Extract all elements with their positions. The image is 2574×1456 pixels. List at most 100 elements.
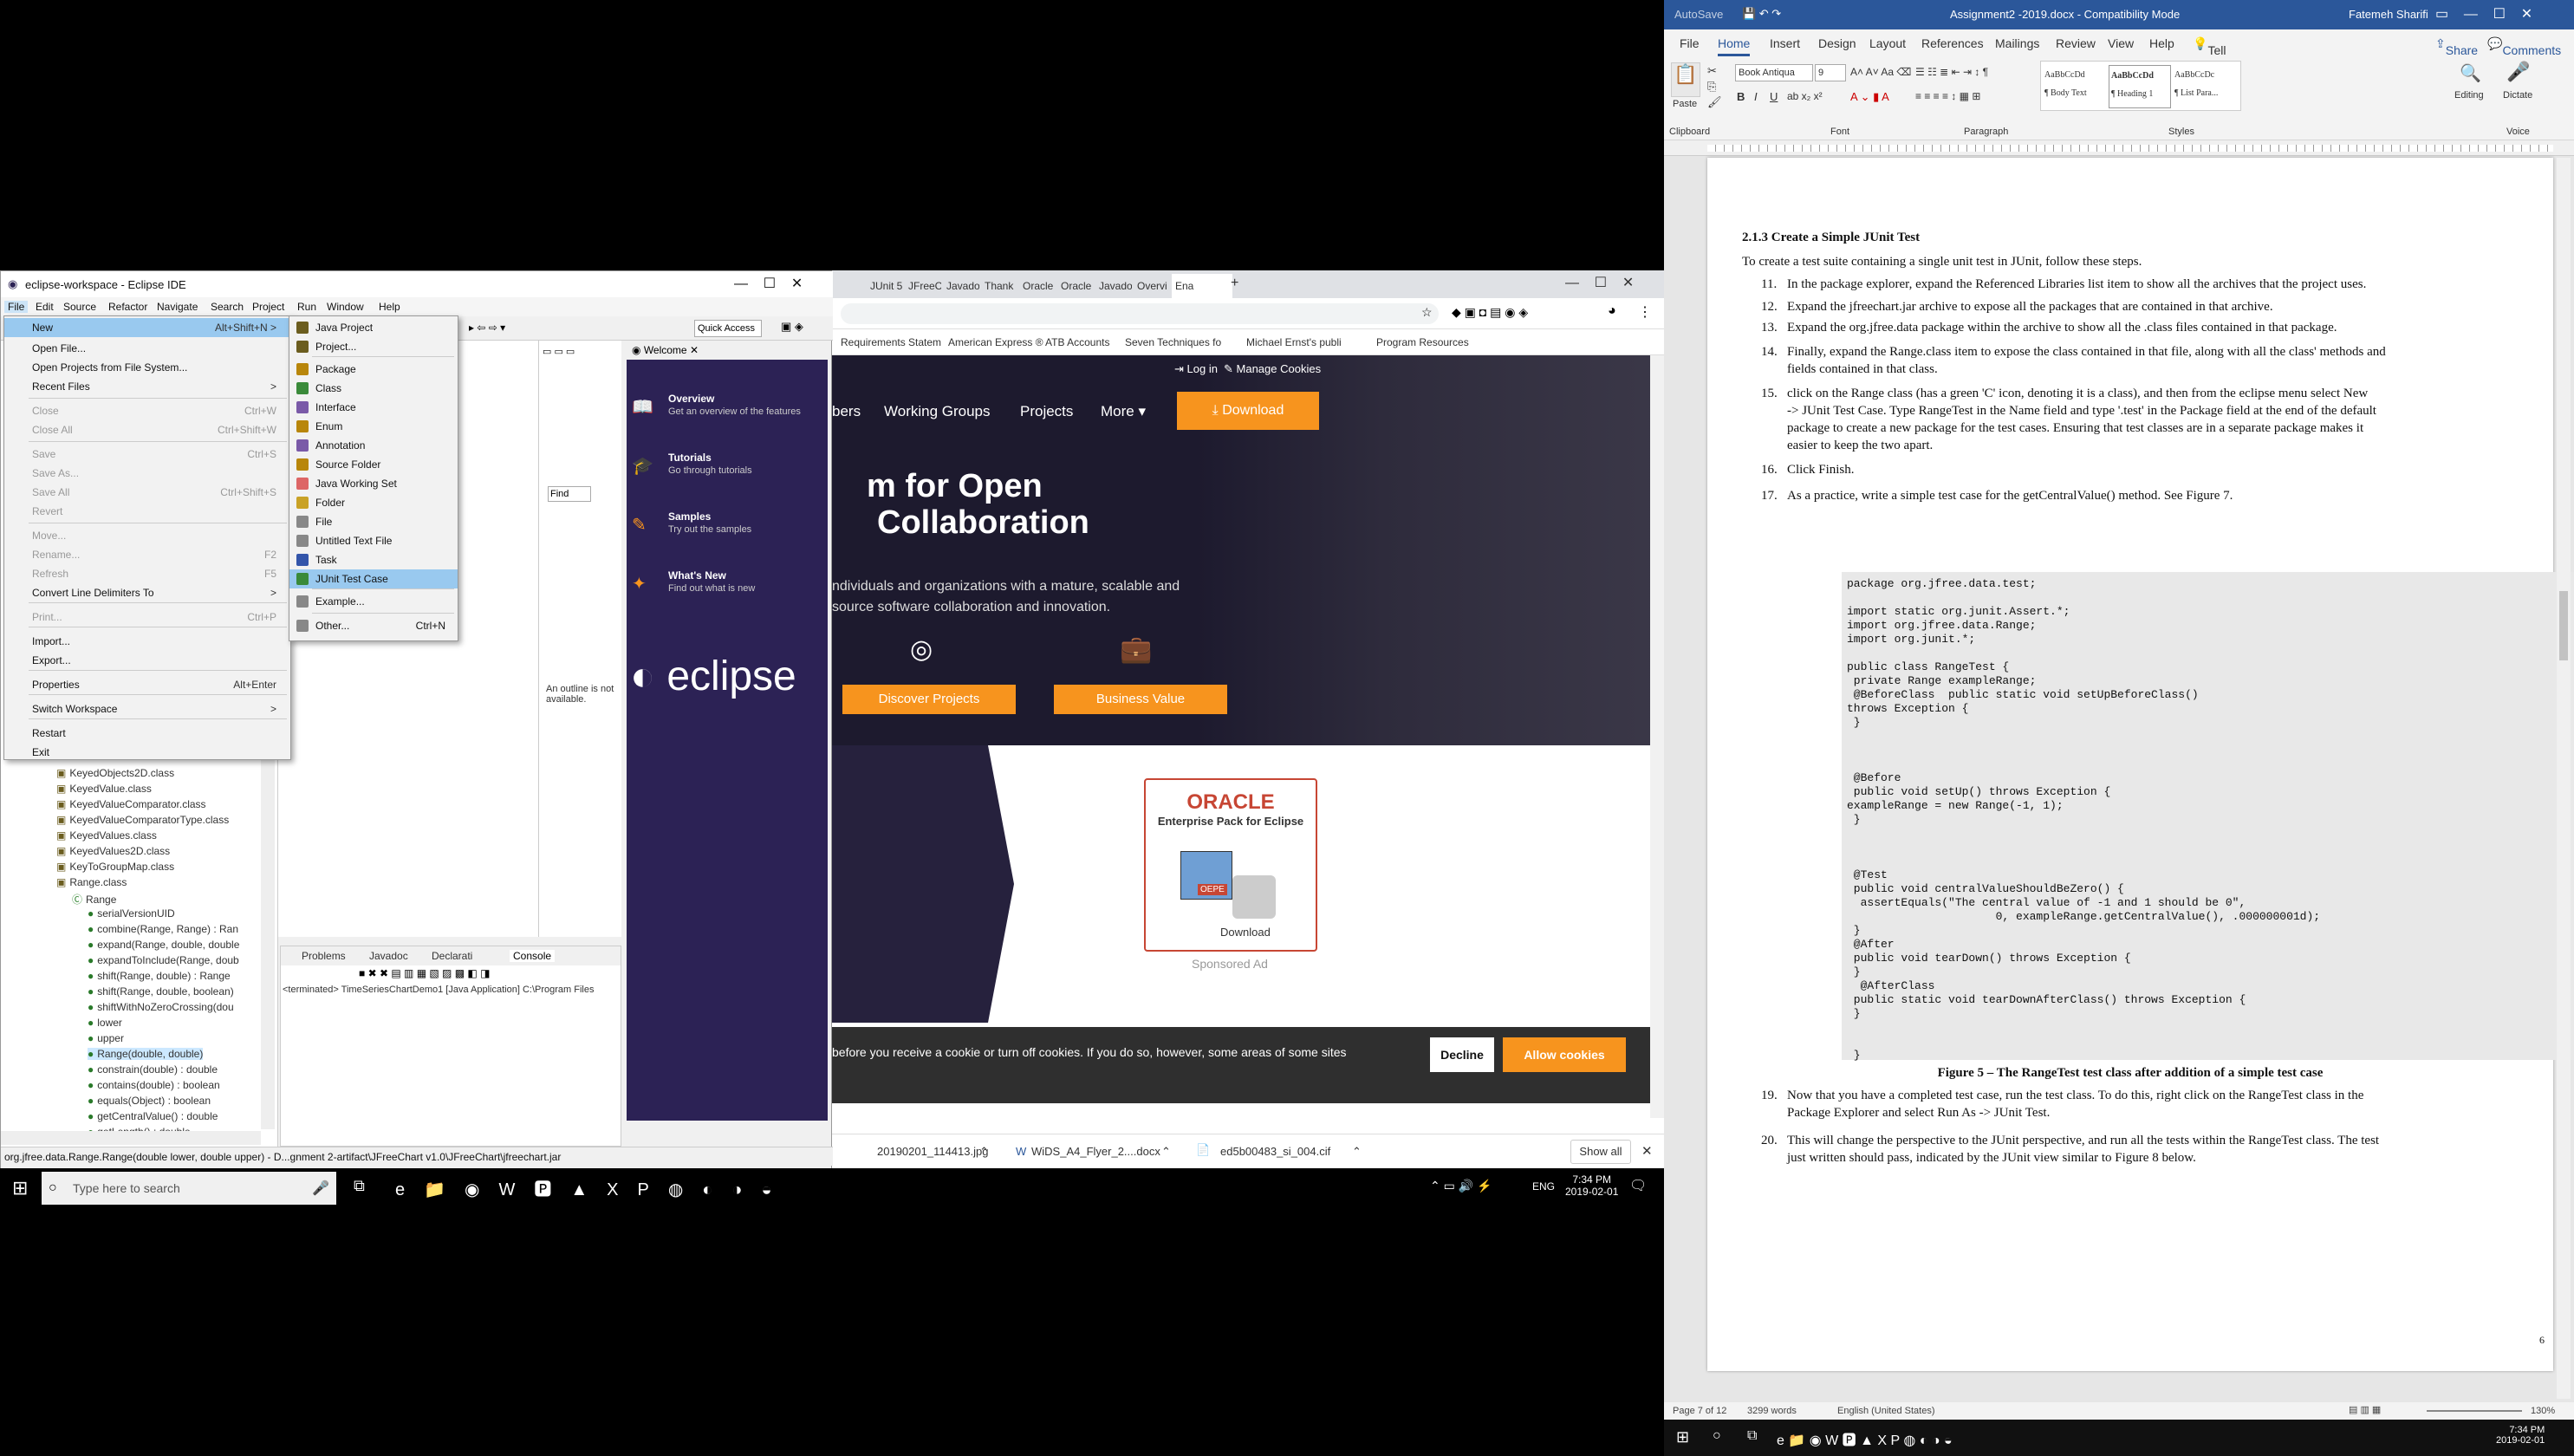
tree-item[interactable]: ▣ KeyedValueComparator.class bbox=[56, 798, 206, 810]
business-value-button[interactable]: Business Value bbox=[1054, 685, 1227, 714]
new-menu-item[interactable]: Example... bbox=[289, 592, 458, 611]
autosave-label[interactable]: AutoSave bbox=[1674, 8, 1723, 21]
strike-sub-sup-icons[interactable]: ab x₂ x² bbox=[1787, 90, 1823, 102]
pinned-app-icons[interactable]: e📁◉W🅿▲XP◍◐◑◒ bbox=[395, 1175, 791, 1200]
menu-run[interactable]: Run bbox=[297, 301, 316, 313]
tab-javadoc[interactable]: Javadoc bbox=[369, 950, 408, 962]
decline-button[interactable]: Decline bbox=[1430, 1037, 1494, 1072]
status-page[interactable]: Page 7 of 12 bbox=[1673, 1406, 1726, 1416]
new-menu-item[interactable]: Package bbox=[289, 360, 458, 379]
browser-tab[interactable]: Ena bbox=[1172, 274, 1232, 298]
nav-more[interactable]: More ▾ bbox=[1101, 403, 1146, 420]
tree-item[interactable]: ● contains(double) : boolean bbox=[88, 1079, 220, 1091]
tree-item[interactable]: ● shift(Range, double, boolean) bbox=[88, 985, 234, 998]
file-menu-item[interactable]: Import... bbox=[4, 632, 290, 651]
tab-references[interactable]: References bbox=[1921, 36, 1984, 50]
browser-tab[interactable]: Oracle bbox=[1019, 274, 1056, 298]
zoom-level[interactable]: 130% bbox=[2531, 1406, 2555, 1416]
tab-mailings[interactable]: Mailings bbox=[1995, 36, 2039, 50]
menu-source[interactable]: Source bbox=[63, 301, 96, 313]
notification-icon[interactable]: 🗨 bbox=[1629, 1177, 1647, 1194]
browser-tab[interactable]: JFreeC bbox=[905, 274, 941, 298]
tree-item[interactable]: ● upper bbox=[88, 1032, 124, 1044]
paste-icon[interactable]: 📋 bbox=[1671, 62, 1700, 97]
tree-item[interactable]: ● getCentralValue() : double bbox=[88, 1110, 218, 1122]
clock[interactable]: 7:34 PM 2019-02-01 bbox=[1565, 1173, 1618, 1198]
scroll-thumb[interactable] bbox=[2559, 591, 2568, 660]
tell-me-search[interactable]: 💡 Tell me bbox=[2193, 36, 2226, 71]
cortana-icon[interactable]: ○ bbox=[1713, 1428, 1721, 1444]
tree-item[interactable]: ● expandToInclude(Range, doub bbox=[88, 954, 239, 966]
address-bar[interactable] bbox=[841, 303, 1439, 324]
new-menu-item[interactable]: Interface bbox=[289, 398, 458, 417]
tree-item[interactable]: ▣ KeyedObjects2D.class bbox=[56, 767, 174, 779]
share-button[interactable]: ⇪ Share bbox=[2435, 36, 2478, 57]
pinned-app-icons[interactable]: e 📁 ◉ W 🅿 ▲ X P ◍ ◐ ◑ ◒ bbox=[1777, 1428, 1953, 1449]
file-menu-item[interactable]: Open Projects from File System... bbox=[4, 358, 290, 377]
status-language[interactable]: English (United States) bbox=[1837, 1406, 1935, 1416]
menu-project[interactable]: Project bbox=[252, 301, 284, 313]
file-menu-item[interactable]: Save All Ctrl+Shift+S bbox=[4, 483, 290, 502]
new-menu-item[interactable]: Task bbox=[289, 550, 458, 569]
tree-item[interactable]: ▣ KeyToGroupMap.class bbox=[56, 861, 174, 873]
discover-projects-button[interactable]: Discover Projects bbox=[842, 685, 1016, 714]
tree-item[interactable]: ▣ Range.class bbox=[56, 876, 127, 888]
menu-edit[interactable]: Edit bbox=[36, 301, 54, 313]
style-list-para[interactable]: AaBbCcDc ¶ List Para... bbox=[2174, 70, 2239, 98]
language-indicator[interactable]: ENG bbox=[1532, 1180, 1555, 1193]
chevron-up-icon[interactable]: ⌃ bbox=[979, 1145, 989, 1159]
tree-item[interactable]: ● shiftWithNoZeroCrossing(dou bbox=[88, 1001, 234, 1013]
user-name[interactable]: Fatemeh Sharifi bbox=[2349, 8, 2428, 21]
new-menu-item[interactable]: Annotation bbox=[289, 436, 458, 455]
view-mode-icons[interactable]: ▤ ▥ ▦ bbox=[2349, 1404, 2381, 1415]
new-menu-item[interactable]: Enum bbox=[289, 417, 458, 436]
menu-file[interactable]: File bbox=[4, 301, 29, 313]
font-color-icon[interactable]: A ⌄ ▮ A bbox=[1850, 90, 1889, 104]
new-menu-item[interactable]: Java Project bbox=[289, 318, 458, 337]
console-toolbar-icons[interactable]: ■ ✖ ✖ ▤ ▥ ▦ ▧ ▨ ▩ ◧ ◨ bbox=[359, 967, 490, 979]
file-menu-item[interactable]: Close All Ctrl+Shift+W bbox=[4, 420, 290, 439]
browser-scrollbar[interactable] bbox=[1650, 355, 1664, 1118]
file-menu-item[interactable]: Restart bbox=[4, 724, 290, 743]
vertical-scrollbar[interactable] bbox=[2557, 158, 2571, 1399]
new-menu-item[interactable]: Folder bbox=[289, 493, 458, 512]
browser-tab[interactable]: Thank bbox=[981, 274, 1017, 298]
nav-members[interactable]: bers bbox=[832, 403, 861, 420]
file-menu-item[interactable]: Revert bbox=[4, 502, 290, 521]
file-menu-item[interactable]: Rename... F2 bbox=[4, 545, 290, 564]
tree-item[interactable]: ▣ KeyedValues2D.class bbox=[56, 845, 170, 857]
new-menu-item[interactable]: Untitled Text File bbox=[289, 531, 458, 550]
task-list-icons[interactable]: ▭ ▭ ▭ bbox=[543, 346, 575, 357]
profile-avatar[interactable]: ◕ bbox=[1608, 303, 1616, 319]
tab-insert[interactable]: Insert bbox=[1770, 36, 1800, 50]
welcome-item[interactable]: 📖 Overview Get an overview of the features bbox=[632, 393, 822, 427]
tree-item[interactable]: ● lower bbox=[88, 1017, 122, 1029]
show-all-button[interactable]: Show all bbox=[1570, 1140, 1631, 1164]
tree-item[interactable]: ● combine(Range, Range) : Ran bbox=[88, 923, 238, 935]
download-button[interactable]: ⤓ Download bbox=[1177, 392, 1319, 430]
file-menu-item[interactable]: Refresh F5 bbox=[4, 564, 290, 583]
status-words[interactable]: 3299 words bbox=[1747, 1406, 1797, 1416]
tree-item[interactable]: ● serialVersionUID bbox=[88, 907, 175, 920]
browser-tab[interactable]: JUnit 5 bbox=[867, 274, 903, 298]
italic-button[interactable]: I bbox=[1754, 90, 1758, 103]
quick-access-field[interactable]: Quick Access bbox=[694, 320, 762, 337]
new-menu-item[interactable]: Class bbox=[289, 379, 458, 398]
window-controls[interactable]: — ☐ ✕ bbox=[734, 275, 803, 292]
new-menu-item[interactable]: Java Working Set bbox=[289, 474, 458, 493]
comments-button[interactable]: 💬 Comments bbox=[2487, 36, 2561, 57]
tree-item[interactable]: ● expand(Range, double, double bbox=[88, 939, 239, 951]
windows-start-icon[interactable]: ⊞ bbox=[1676, 1428, 1689, 1446]
welcome-item[interactable]: ✎ Samples Try out the samples bbox=[632, 510, 822, 545]
tree-item[interactable]: ▣ KeyedValue.class bbox=[56, 783, 152, 795]
menu-window[interactable]: Window bbox=[327, 301, 364, 313]
tab-problems[interactable]: Problems bbox=[302, 950, 346, 962]
font-size-select[interactable]: 9 bbox=[1815, 64, 1846, 81]
taskbar-search[interactable]: ○ Type here to search 🎤 bbox=[42, 1172, 336, 1205]
download-item-2[interactable]: WiDS_A4_Flyer_2....docx bbox=[1031, 1145, 1160, 1158]
font-grow-shrink-icons[interactable]: A˄ A˅ Aa ⌫ bbox=[1850, 66, 1911, 78]
windows-start-icon[interactable]: ⊞ bbox=[12, 1177, 28, 1199]
chevron-up-icon[interactable]: ⌃ bbox=[1161, 1145, 1171, 1159]
file-menu-item[interactable]: Save Ctrl+S bbox=[4, 445, 290, 464]
bookmark-item[interactable]: Michael Ernst's publi bbox=[1246, 336, 1342, 348]
